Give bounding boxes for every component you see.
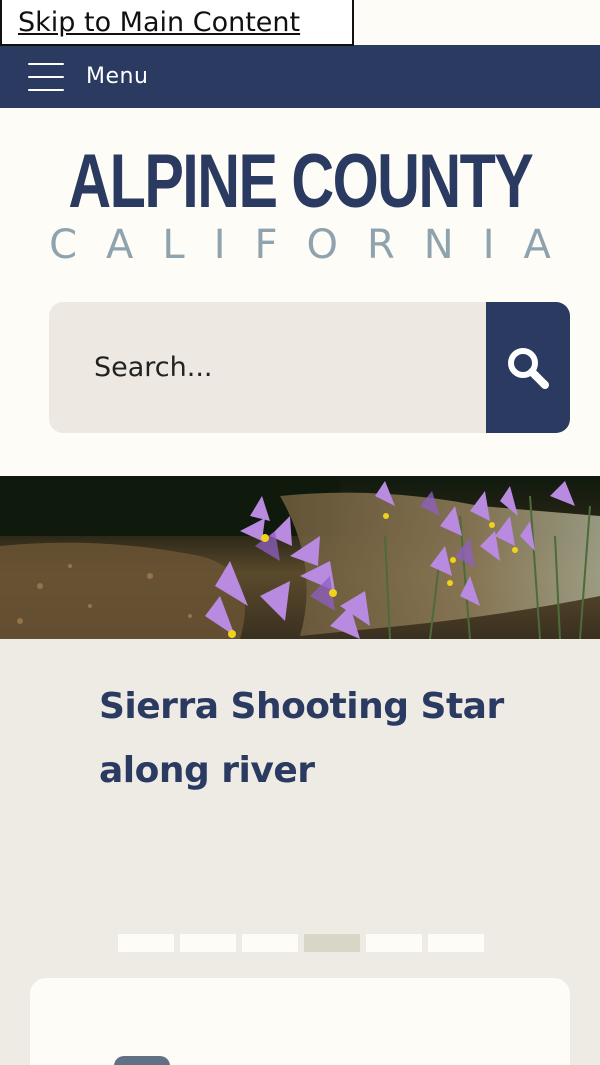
search-icon: [508, 347, 549, 389]
alpine-county-logo[interactable]: ALPINE COUNTY CALIFORNIA: [0, 139, 600, 269]
slideshow-pagination: [118, 934, 484, 952]
skip-to-main-content-link[interactable]: Skip to Main Content: [0, 0, 354, 46]
slide-indicator-3[interactable]: [242, 934, 298, 952]
site-header: ALPINE COUNTY CALIFORNIA: [0, 108, 600, 476]
menu-button-label[interactable]: Menu: [86, 64, 148, 89]
hero-image: [0, 476, 600, 639]
slide-indicator-6[interactable]: [428, 934, 484, 952]
search-button[interactable]: [486, 302, 570, 433]
slide-indicator-1[interactable]: [118, 934, 174, 952]
search-form: [49, 302, 570, 433]
top-navigation-bar: Menu: [0, 45, 600, 108]
slide-indicator-4[interactable]: [304, 934, 360, 952]
slide-caption: Sierra Shooting Star along river: [99, 686, 504, 791]
content-card: [30, 978, 570, 1065]
logo-subtitle: CALIFORNIA: [49, 222, 580, 268]
sierra-shooting-star-photo: [0, 476, 600, 639]
search-input[interactable]: [49, 302, 486, 433]
card-icon: [114, 1056, 170, 1065]
slide-indicator-5[interactable]: [366, 934, 422, 952]
slide-indicator-2[interactable]: [180, 934, 236, 952]
logo-title: ALPINE COUNTY: [68, 139, 533, 224]
hamburger-menu-icon[interactable]: [28, 62, 64, 91]
